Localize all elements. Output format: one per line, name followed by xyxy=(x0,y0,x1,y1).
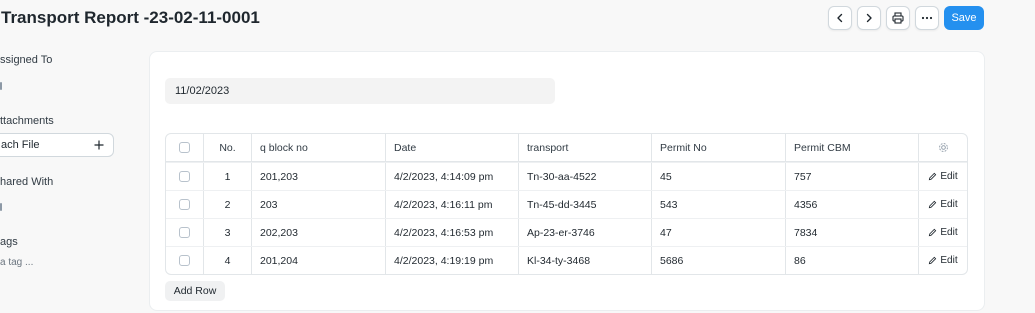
cell-date[interactable]: 4/2/2023, 4:16:53 pm xyxy=(386,219,519,246)
assigned-to-label: ssigned To xyxy=(0,54,53,66)
cell-permit-cbm[interactable]: 7834 xyxy=(786,219,919,246)
form-page: Transport Report -23-02-11-0001 Save ssi… xyxy=(0,0,1035,313)
cell-no[interactable]: 3 xyxy=(204,219,252,246)
cell-date[interactable]: 4/2/2023, 4:14:09 pm xyxy=(386,163,519,190)
row-checkbox[interactable] xyxy=(179,199,190,210)
share-icon[interactable] xyxy=(0,203,2,211)
table-row[interactable]: 3 202,203 4/2/2023, 4:16:53 pm Ap-23-er-… xyxy=(166,218,967,246)
attachments-label: ttachments xyxy=(0,115,54,127)
cell-transport[interactable]: Tn-30-aa-4522 xyxy=(519,163,652,190)
printer-icon xyxy=(892,12,904,24)
column-header-permit-no: Permit No xyxy=(652,134,786,161)
column-header-permit-cbm: Permit CBM xyxy=(786,134,919,161)
plus-icon xyxy=(94,140,104,150)
row-select-cell xyxy=(166,219,204,246)
edit-label: Edit xyxy=(940,199,958,210)
row-select-cell xyxy=(166,191,204,218)
column-header-transport: transport xyxy=(519,134,652,161)
row-checkbox[interactable] xyxy=(179,255,190,266)
cell-permit-no[interactable]: 5686 xyxy=(652,247,786,274)
add-row-button[interactable]: Add Row xyxy=(165,281,225,301)
row-select-cell xyxy=(166,163,204,190)
edit-label: Edit xyxy=(940,255,958,266)
pencil-icon xyxy=(929,228,937,237)
column-header-date: Date xyxy=(386,134,519,161)
pencil-icon xyxy=(929,256,937,265)
select-all-cell xyxy=(166,134,204,161)
edit-row-button[interactable]: Edit xyxy=(919,247,967,274)
table-row[interactable]: 1 201,203 4/2/2023, 4:14:09 pm Tn-30-aa-… xyxy=(166,162,967,190)
attach-file-button[interactable]: ach File xyxy=(0,133,114,157)
cell-permit-no[interactable]: 45 xyxy=(652,163,786,190)
cell-no[interactable]: 1 xyxy=(204,163,252,190)
row-select-cell xyxy=(166,247,204,274)
cell-permit-cbm[interactable]: 86 xyxy=(786,247,919,274)
cell-q-block-no[interactable]: 202,203 xyxy=(252,219,386,246)
table-row[interactable]: 2 203 4/2/2023, 4:16:11 pm Tn-45-dd-3445… xyxy=(166,190,967,218)
chevron-left-icon xyxy=(837,13,843,23)
column-header-q-block-no: q block no xyxy=(252,134,386,161)
more-actions-button[interactable] xyxy=(915,6,939,30)
cell-q-block-no[interactable]: 201,203 xyxy=(252,163,386,190)
previous-button[interactable] xyxy=(828,6,852,30)
shared-with-label: hared With xyxy=(0,176,54,188)
page-title: Transport Report -23-02-11-0001 xyxy=(1,8,260,27)
chevron-right-icon xyxy=(866,13,872,23)
select-all-checkbox[interactable] xyxy=(179,142,190,153)
cell-permit-cbm[interactable]: 4356 xyxy=(786,191,919,218)
add-tag-link[interactable]: a tag ... xyxy=(0,257,33,268)
edit-row-button[interactable]: Edit xyxy=(919,163,967,190)
pencil-icon xyxy=(929,172,937,181)
save-button[interactable]: Save xyxy=(944,6,984,30)
next-button[interactable] xyxy=(857,6,881,30)
edit-row-button[interactable]: Edit xyxy=(919,219,967,246)
cell-transport[interactable]: Tn-45-dd-3445 xyxy=(519,191,652,218)
cell-permit-no[interactable]: 47 xyxy=(652,219,786,246)
cell-q-block-no[interactable]: 201,204 xyxy=(252,247,386,274)
cell-no[interactable]: 4 xyxy=(204,247,252,274)
edit-label: Edit xyxy=(940,171,958,182)
cell-transport[interactable]: Kl-34-ty-3468 xyxy=(519,247,652,274)
row-checkbox[interactable] xyxy=(179,171,190,182)
cell-date[interactable]: 4/2/2023, 4:19:19 pm xyxy=(386,247,519,274)
cell-permit-cbm[interactable]: 757 xyxy=(786,163,919,190)
column-settings-button[interactable] xyxy=(919,134,967,161)
column-header-no: No. xyxy=(204,134,252,161)
edit-label: Edit xyxy=(940,227,958,238)
assign-icon[interactable] xyxy=(0,82,2,90)
cell-transport[interactable]: Ap-23-er-3746 xyxy=(519,219,652,246)
table-header: No. q block no Date transport Permit No … xyxy=(166,134,967,162)
cell-date[interactable]: 4/2/2023, 4:16:11 pm xyxy=(386,191,519,218)
edit-row-button[interactable]: Edit xyxy=(919,191,967,218)
print-button[interactable] xyxy=(886,6,910,30)
tags-label: ags xyxy=(0,236,18,248)
more-icon xyxy=(921,16,933,20)
cell-no[interactable]: 2 xyxy=(204,191,252,218)
cell-q-block-no[interactable]: 203 xyxy=(252,191,386,218)
transport-table: No. q block no Date transport Permit No … xyxy=(165,133,968,275)
pencil-icon xyxy=(929,200,937,209)
date-field[interactable]: 11/02/2023 xyxy=(165,78,555,104)
attach-file-label: ach File xyxy=(1,139,40,151)
row-checkbox[interactable] xyxy=(179,227,190,238)
cell-permit-no[interactable]: 543 xyxy=(652,191,786,218)
table-row[interactable]: 4 201,204 4/2/2023, 4:19:19 pm Kl-34-ty-… xyxy=(166,246,967,274)
gear-icon xyxy=(938,143,948,152)
